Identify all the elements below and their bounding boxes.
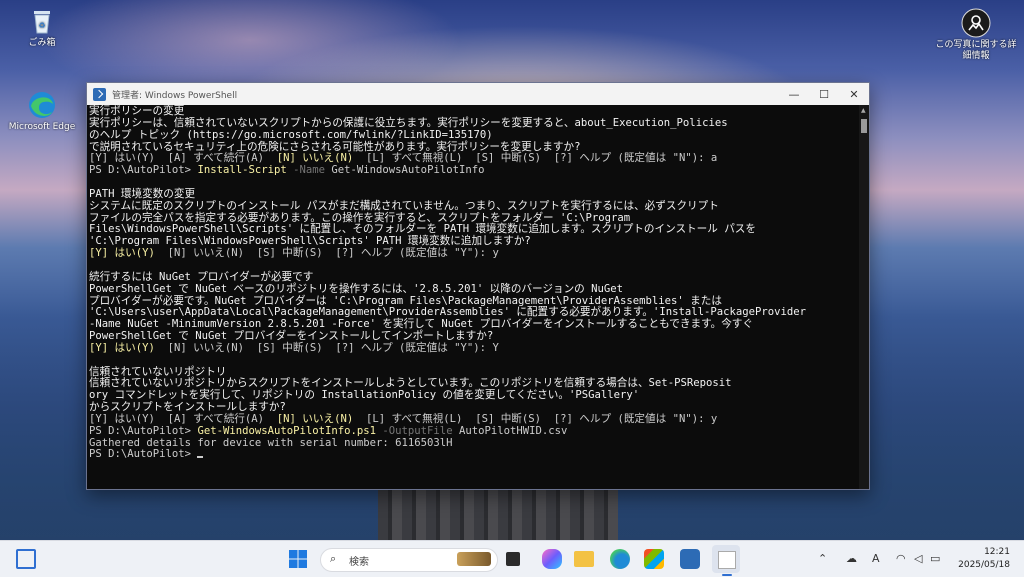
wifi-icon[interactable]: ◠ [896,552,906,565]
console-text: AutoPilotHWID.csv [452,424,568,437]
desktop-spotlight[interactable]: この写真に関する詳 細情報 [934,8,1018,62]
console-text: [L] すべて無視(L) [S] 中断(S) [?] ヘルプ (既定値は "N"… [353,152,718,165]
search-placeholder: 検索 [349,557,369,568]
cloud-icon[interactable]: ☁ [846,552,857,565]
desktop-icon-label: ごみ箱 [28,38,56,48]
console-line: Gathered details for device with serial … [89,436,857,450]
spotlight-label-2: 細情報 [962,51,990,61]
console-text: PS D:\AutoPilot> [89,164,198,177]
console-text: ory コマンドレットを実行して、リポジトリの InstallationPoli… [89,389,640,402]
task-view-icon[interactable] [506,552,520,566]
file-explorer-icon[interactable] [574,551,594,567]
windows-logo-icon [289,550,307,568]
console-text: で説明されているセキュリティ上の危険にさらされる可能性があります。実行ポリシーを… [89,140,581,153]
close-button[interactable]: ✕ [839,83,869,105]
start-button[interactable] [288,549,308,569]
console-text: 'C:\Users\user\AppData\Local\PackageMana… [89,306,807,319]
console-text: 信頼されていないリポジトリからスクリプトをインストールしようとしています。このリ… [89,377,732,390]
desktop-icon-label: Microsoft Edge [8,122,76,132]
console-text: ファイルの完全パスを指定する必要があります。この操作を実行すると、スクリプトをフ… [89,211,631,224]
console-text: 続行するには NuGet プロバイダーが必要です [89,270,314,283]
console-line: PS D:\AutoPilot> [89,449,857,461]
recycle-bin-icon: ♻ [27,6,57,36]
console-text: のヘルプ トピック (https://go.microsoft.com/fwli… [89,128,493,141]
powershell-icon [93,87,106,101]
edge-icon [27,90,57,120]
console-text: PS D:\AutoPilot> [89,448,198,461]
minimize-button[interactable]: — [779,83,809,105]
console-text: PATH 環境変数の変更 [89,187,196,200]
console-text: PowerShellGet で NuGet ベースのリポジトリを操作するには、'… [89,282,624,295]
clock-date: 2025/05/18 [958,560,1010,570]
console-text: [N] いいえ(N) [276,412,354,425]
chevron-up-icon[interactable]: ⌃ [818,552,827,565]
console-text: プロバイダーが必要です。NuGet プロバイダーは 'C:\Program Fi… [89,294,722,307]
console-text: 'C:\Program Files\WindowsPowerShell\Scri… [89,235,531,248]
console-text: [N] いいえ(N) [S] 中断(S) [?] ヘルプ (既定値は "Y"):… [154,341,499,354]
scrollbar[interactable]: ▲ [859,105,869,489]
console-text: PowerShellGet で NuGet プロバイダーをインストールしてインポ… [89,330,494,343]
console-line: PS D:\AutoPilot> Install-Script -Name Ge… [89,164,857,177]
console-text: -Name [286,164,326,177]
console-text: からスクリプトをインストールしますか? [89,401,286,414]
console-text: システムに既定のスクリプトのインストール パスがまだ構成されていません。つまり、… [89,199,719,212]
battery-icon[interactable]: ▭ [930,552,940,565]
clock-time: 12:21 [984,547,1010,557]
camera-info-icon [961,8,991,38]
console-text: 信頼されていないリポジトリ [89,365,227,378]
title-bar[interactable]: 管理者: Windows PowerShell — ☐ ✕ [87,83,869,105]
console-text: PS D:\AutoPilot> [89,424,198,437]
console-text: -Name NuGet -MinimumVersion 2.8.5.201 -F… [89,318,753,331]
wallpaper-pier [378,486,618,540]
console-text: Files\WindowsPowerShell\Scripts' に配置し、その… [89,223,756,236]
console-text: [L] すべて無視(L) [S] 中断(S) [?] ヘルプ (既定値は "N"… [353,412,718,425]
search-icon: ⌕ [330,552,337,565]
console-line: [Y] はい(Y) [N] いいえ(N) [S] 中断(S) [?] ヘルプ (… [89,341,857,355]
text-cursor [197,456,204,459]
spotlight-label-1: この写真に関する詳 [935,40,1017,50]
taskbar-search[interactable]: ⌕ 検索 [320,548,498,572]
svg-text:♻: ♻ [38,21,45,30]
console-text: [N] いいえ(N) [S] 中断(S) [?] ヘルプ (既定値は "Y"):… [154,247,499,260]
console-text: Install-Script [197,164,287,177]
powershell-taskbar-icon[interactable] [680,549,700,569]
console-text: Get-WindowsAutoPilotInfo [325,164,485,177]
ime-indicator[interactable]: A [872,552,880,565]
console-text: [Y] はい(Y) [A] すべて続行(A) [89,152,277,165]
speaker-icon[interactable]: ◁ [914,552,922,565]
console-text: 実行ポリシーは、信頼されていないスクリプトからの保護に役立ちます。実行ポリシーを… [89,116,728,129]
clock[interactable]: 12:21 2025/05/18 [958,546,1010,572]
scrollbar-thumb[interactable] [861,119,867,133]
taskbar: ⌕ 検索 ⌃ ☁ A ◠ ◁ ▭ 12:21 2025/05/18 [0,540,1024,577]
search-highlight-icon [457,552,491,566]
console-text: 実行ポリシーの変更 [89,105,185,117]
widgets-icon[interactable] [16,549,36,569]
console-text: [N] いいえ(N) [276,152,354,165]
store-icon[interactable] [644,549,664,569]
console-text: -OutputFile [376,424,453,437]
console-text: [Y] はい(Y) [89,341,155,354]
powershell-window[interactable]: 管理者: Windows PowerShell — ☐ ✕ 実行ポリシーの変更実… [86,82,870,490]
desktop-icon-edge[interactable]: Microsoft Edge [2,90,82,133]
console-text: [Y] はい(Y) [A] すべて続行(A) [89,412,277,425]
desktop-icon-recycle-bin[interactable]: ♻ ごみ箱 [2,6,82,49]
scroll-up-icon[interactable]: ▲ [861,107,866,114]
maximize-button[interactable]: ☐ [809,83,839,105]
console-line: [Y] はい(Y) [N] いいえ(N) [S] 中断(S) [?] ヘルプ (… [89,247,857,260]
window-title: 管理者: Windows PowerShell [112,90,238,101]
console-output[interactable]: 実行ポリシーの変更 実行ポリシーは、信頼されていないスクリプトからの保護に役立ちま… [87,105,859,489]
console-text: Get-WindowsAutoPilotInfo.ps1 [197,424,377,437]
console-text: [Y] はい(Y) [89,247,155,260]
snipping-tool-icon[interactable] [712,545,740,573]
edge-taskbar-icon[interactable] [610,549,630,569]
console-text: Gathered details for device with serial … [89,436,453,449]
copilot-icon[interactable] [542,549,562,569]
